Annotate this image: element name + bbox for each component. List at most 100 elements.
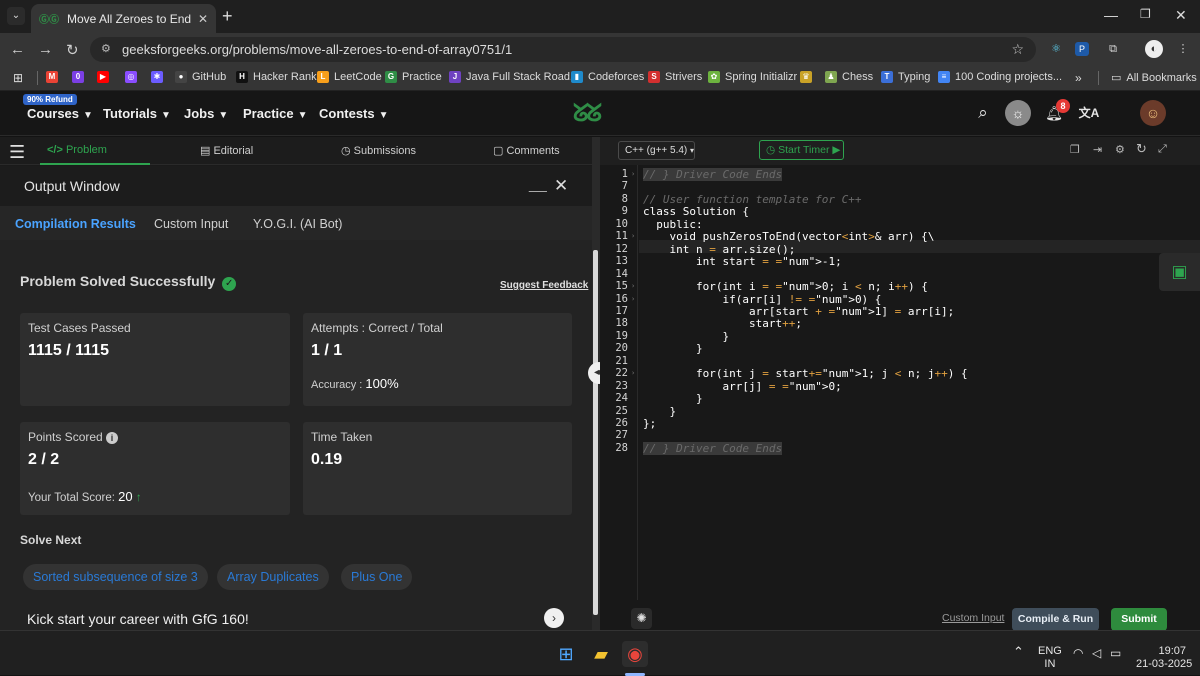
bookmark-item[interactable]: ≡ 100 Coding projects... [938,71,1062,83]
fold-arrow-icon[interactable]: › [631,170,635,178]
back-icon[interactable]: ← [10,41,25,58]
nav-jobs[interactable]: Jobs ▼ [184,106,228,121]
windows-start-icon[interactable]: ⊞ [553,641,579,667]
chrome-taskbar-icon[interactable]: ◉ [622,641,648,667]
language-indicator[interactable]: ENG IN [1038,645,1062,671]
compile-run-button[interactable]: Compile & Run [1012,608,1099,631]
line-number: 27 [615,429,628,442]
clock[interactable]: 19:07 21-03-2025 [1136,645,1192,671]
extension-p-icon[interactable]: P [1075,42,1089,56]
nav-practice[interactable]: Practice ▼ [243,106,308,121]
bookmark-star-icon[interactable]: ☆ [1011,37,1024,62]
tab-yogi-ai-bot[interactable]: Y.O.G.I. (AI Bot) [253,217,342,231]
scrollbar-thumb[interactable] [593,250,598,615]
export-icon[interactable]: ⇥ [1093,143,1102,156]
code-editor[interactable]: 1 › 7 8 9 10 11 › 12 13 14 15 › 16 › 17 18 19 20 21 22 › 23 24 2… [600,165,1200,600]
fold-arrow-icon[interactable]: › [631,232,635,240]
bookmark-item[interactable]: ▮ Codeforces [571,71,644,83]
hint-bulb-icon[interactable]: ✺ [631,608,652,629]
bookmark-item[interactable]: ✱ [151,71,168,83]
tab-submissions[interactable]: ◷ Submissions [341,144,416,157]
fold-arrow-icon[interactable]: › [631,369,635,377]
translate-icon[interactable]: 文A [1076,100,1102,126]
bookmark-item[interactable]: L LeetCode [317,71,382,83]
settings-icon[interactable]: ⚙ [1115,143,1125,156]
copy-icon[interactable]: ❐ [1070,143,1080,156]
tab-search-icon[interactable]: ⌄ [7,7,25,25]
custom-input-link[interactable]: Custom Input [942,612,1004,624]
time-value: 0.19 [311,451,343,468]
spring-icon: ✿ [708,71,720,83]
battery-icon[interactable]: ▭ [1110,646,1121,660]
tab-editorial[interactable]: ▤ Editorial [200,144,253,157]
chrome-menu-icon[interactable]: ⋮ [1174,40,1192,58]
nav-tutorials[interactable]: Tutorials ▼ [103,106,171,121]
bookmark-label: Typing [898,71,931,83]
nav-courses[interactable]: Courses ▼ [27,106,93,121]
all-bookmarks[interactable]: ▭ All Bookmarks [1111,71,1197,85]
reload-icon[interactable]: ↻ [66,41,79,59]
menu-hamburger-icon[interactable]: ☰ [9,142,25,163]
code-line: } [643,342,703,356]
user-avatar[interactable]: ☺ [1140,100,1166,126]
reset-icon[interactable]: ↻ [1136,141,1147,157]
search-icon[interactable]: ⌕ [970,100,996,126]
solve-next-chip[interactable]: Array Duplicates [217,564,329,590]
problem-tabs: ☰ </> Problem ▤ Editorial ◷ Submissions … [0,137,595,165]
minimize-panel-icon[interactable]: __ [529,176,547,194]
bookmark-item[interactable]: ▶ [97,71,114,83]
fold-arrow-icon[interactable]: › [631,282,635,290]
more-bookmarks-icon[interactable]: » [1075,71,1082,85]
tab-comments[interactable]: ▢ Comments [493,144,560,157]
bookmark-item[interactable]: T Typing [881,71,930,83]
tab-problem[interactable]: </> Problem [47,144,107,156]
minimize-icon[interactable]: — [1104,7,1118,23]
close-panel-icon[interactable]: ✕ [554,176,568,196]
file-explorer-icon[interactable]: ▰ [588,641,614,667]
extensions-icon[interactable]: ⧉ [1104,40,1122,58]
chevron-down-icon: ▼ [218,110,229,121]
solve-next-chip[interactable]: Plus One [341,564,413,590]
url-bar[interactable]: ⚙ geeksforgeeks.org/problems/move-all-ze… [90,37,1036,62]
fullscreen-icon[interactable]: ⤢ [1158,143,1167,156]
bookmark-item[interactable]: ♛ [800,71,817,83]
chevron-right-icon[interactable]: › [544,608,564,628]
start-timer-button[interactable]: ◷ Start Timer ▶ [759,140,844,160]
bookmark-item[interactable]: ✿ Spring Initializr [708,71,797,83]
bookmark-item[interactable]: 0 [72,71,89,83]
bookmark-item[interactable]: S Strivers [648,71,702,83]
tab-compilation-results[interactable]: Compilation Results [15,217,136,231]
apps-grid-icon[interactable]: ⊞ [13,71,23,85]
submit-button[interactable]: Submit [1111,608,1167,631]
bookmark-item[interactable]: J Java Full Stack Road... [449,71,579,83]
forward-icon[interactable]: → [38,41,53,58]
bookmark-item[interactable]: ♟ Chess [825,71,873,83]
bookmark-item[interactable]: H Hacker Rank [236,71,317,83]
bookmark-item[interactable]: ● GitHub [175,71,226,83]
wifi-icon[interactable]: ◠ [1073,646,1083,660]
tab-custom-input[interactable]: Custom Input [154,217,228,231]
volume-icon[interactable]: ◁ [1092,646,1101,660]
bookmark-item[interactable]: G Practice [385,71,442,83]
nav-contests[interactable]: Contests ▼ [319,106,389,121]
gfg160-banner[interactable]: Kick start your career with GfG 160! [27,611,249,627]
theme-toggle-icon[interactable]: ☼ [1005,100,1031,126]
bookmark-item[interactable]: M [46,71,63,83]
bookmark-item[interactable]: ◎ [125,71,142,83]
language-select[interactable]: C++ (g++ 5.4) ▾ [618,141,695,160]
suggest-feedback-link[interactable]: Suggest Feedback [500,280,588,291]
close-window-icon[interactable]: ✕ [1175,7,1187,24]
restore-icon[interactable]: ❐ [1140,7,1151,21]
close-tab-icon[interactable]: ✕ [198,12,208,26]
tray-chevron-up-icon[interactable]: ⌃ [1013,644,1024,660]
profile-avatar[interactable]: ◐ [1145,40,1163,58]
gfg-logo[interactable]: ᘜᘜ [573,99,602,127]
code-line: // User function template for C++ [643,192,862,206]
chat-icon[interactable]: ▣ [1159,253,1200,291]
new-tab-icon[interactable]: + [222,6,233,27]
browser-tab[interactable]: ⒼⒼ Move All Zeroes to End | Practice ✕ [31,4,216,33]
fold-arrow-icon[interactable]: › [631,295,635,303]
react-devtools-icon[interactable]: ⚛ [1047,40,1065,58]
site-info-icon[interactable]: ⚙ [101,37,111,62]
solve-next-chip[interactable]: Sorted subsequence of size 3 [23,564,208,590]
